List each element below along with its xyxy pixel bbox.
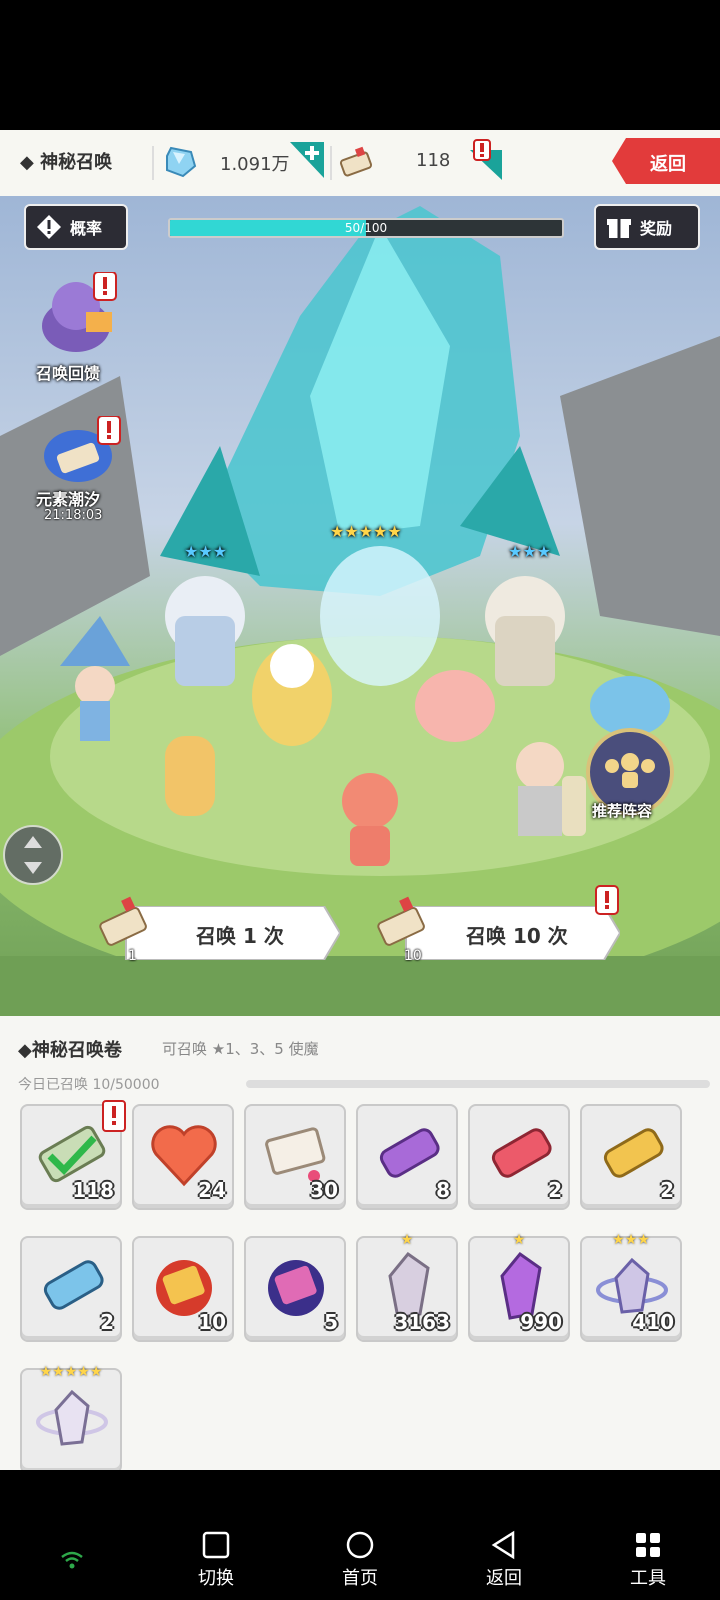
divider bbox=[152, 146, 154, 180]
nav-tools[interactable]: 工具 bbox=[608, 1530, 688, 1590]
slot-count: 30 bbox=[310, 1178, 338, 1202]
summon-ten-label: 召唤 10 次 bbox=[466, 924, 568, 948]
inventory-title: ◆神秘召唤卷 bbox=[18, 1040, 122, 1061]
nav-switch[interactable]: 切换 bbox=[176, 1530, 256, 1590]
inventory-slot[interactable]: ★★★★★ bbox=[20, 1364, 122, 1470]
inventory-slot[interactable]: 8 bbox=[356, 1104, 458, 1210]
scroll-inventory-panel: ◆神秘召唤卷 可召唤 ★1、3、5 使魔 今日已召唤 10/50000 118 2… bbox=[0, 1016, 720, 1470]
alert-badge-icon bbox=[102, 1100, 126, 1132]
nav-tools-label: 工具 bbox=[630, 1568, 666, 1589]
add-gems-button[interactable] bbox=[290, 142, 324, 178]
daily-summon-count: 今日已召唤 10/50000 bbox=[18, 1077, 160, 1093]
inventory-slot[interactable]: ★★★ 410 bbox=[580, 1232, 682, 1342]
slot-count: 2 bbox=[660, 1178, 674, 1202]
gem-icon bbox=[166, 146, 197, 178]
slot-stars: ★ bbox=[512, 1232, 526, 1248]
nav-switch-label: 切换 bbox=[198, 1568, 234, 1589]
recommend-lineup-label: 推荐阵容 bbox=[592, 802, 653, 820]
reward-label: 奖励 bbox=[640, 219, 673, 238]
element-tide-button[interactable] bbox=[36, 416, 126, 486]
summon-scene: 概率 50/100 奖励 召唤回馈 元素潮汐 21:18:03 ★★★ ★★★★… bbox=[0, 196, 720, 1016]
wizard-right-character bbox=[485, 576, 565, 686]
progress-text: 50/100 bbox=[344, 221, 388, 235]
spirit-center-character bbox=[320, 546, 440, 686]
stars-right: ★★★ bbox=[508, 542, 552, 561]
inventory-slot[interactable]: 2 bbox=[20, 1236, 122, 1342]
inventory-slot[interactable]: 2 bbox=[580, 1104, 682, 1210]
summon-once-cost: 1 bbox=[128, 948, 137, 964]
slot-count: 118 bbox=[72, 1178, 114, 1202]
ring-crystal-5-icon bbox=[36, 1389, 108, 1446]
back-button-label: 返回 bbox=[650, 154, 686, 175]
slot-count: 5 bbox=[324, 1310, 338, 1334]
element-tide-label: 元素潮汐 bbox=[36, 490, 101, 509]
scroll-tab-button[interactable] bbox=[468, 138, 508, 184]
slot-stars: ★★★ bbox=[612, 1232, 650, 1248]
page-title: ◆ 神秘召唤 bbox=[20, 152, 113, 173]
summon-ten-cost: 10 bbox=[404, 948, 422, 964]
slot-count: 8 bbox=[436, 1178, 450, 1202]
inventory-subtitle: 可召唤 ★1、3、5 使魔 bbox=[162, 1040, 319, 1058]
scroll-amount: 118 bbox=[416, 150, 451, 171]
cactus-character bbox=[165, 736, 215, 816]
inventory-slot[interactable]: 30 bbox=[244, 1104, 346, 1210]
summon-once-label: 召唤 1 次 bbox=[196, 924, 284, 948]
odds-button[interactable]: 概率 bbox=[24, 204, 128, 250]
wifi-icon bbox=[61, 1551, 83, 1569]
system-nav-bar: 切换 首页 返回 工具 bbox=[0, 1520, 720, 1600]
slot-count: 24 bbox=[198, 1178, 226, 1202]
nav-home-label: 首页 bbox=[342, 1568, 378, 1589]
slot-count: 410 bbox=[632, 1310, 674, 1334]
circle-icon bbox=[346, 1531, 374, 1559]
summon-feedback-label: 召唤回馈 bbox=[36, 364, 101, 383]
gift-box-icon bbox=[607, 219, 631, 238]
stars-center: ★★★★★ bbox=[330, 522, 402, 541]
fox-character bbox=[342, 773, 398, 866]
odds-label: 概率 bbox=[70, 219, 103, 238]
nav-back-label: 返回 bbox=[486, 1568, 522, 1589]
inventory-slot[interactable]: ★ 3163 bbox=[356, 1232, 458, 1342]
inventory-slot[interactable]: 5 bbox=[244, 1236, 346, 1342]
inventory-slot[interactable]: 24 bbox=[132, 1104, 234, 1210]
ghost-pink-character bbox=[415, 670, 495, 742]
summon-feedback-button[interactable] bbox=[36, 272, 122, 356]
knight-gold-character bbox=[252, 644, 332, 746]
slot-count: 10 bbox=[198, 1310, 226, 1334]
screen: ◆ 神秘召唤 1.091万 118 返回 概率 50/100 奖励 召唤回馈 元… bbox=[0, 0, 720, 1600]
gem-amount: 1.091万 bbox=[220, 154, 290, 175]
armored-warrior-character bbox=[516, 742, 586, 836]
grid-icon bbox=[636, 1533, 660, 1557]
slot-count: 2 bbox=[100, 1310, 114, 1334]
witch-character bbox=[60, 616, 130, 741]
slot-count: 990 bbox=[520, 1310, 562, 1334]
alert-badge-icon bbox=[595, 885, 619, 915]
stars-left: ★★★ bbox=[184, 542, 228, 561]
summon-progress-bar: 50/100 bbox=[168, 218, 564, 238]
warning-icon bbox=[37, 215, 61, 239]
top-bar: ◆ 神秘召唤 1.091万 118 返回 bbox=[0, 130, 720, 196]
inventory-slot[interactable]: 2 bbox=[468, 1104, 570, 1210]
slot-stars: ★★★★★ bbox=[39, 1364, 103, 1380]
wizard-left-character bbox=[165, 576, 245, 686]
event-timer: 21:18:03 bbox=[44, 508, 103, 523]
reward-button[interactable]: 奖励 bbox=[594, 204, 700, 250]
inventory-slot[interactable]: ★ 990 bbox=[468, 1232, 570, 1342]
slot-count: 3163 bbox=[394, 1310, 450, 1334]
scroll-icon bbox=[339, 146, 373, 177]
divider bbox=[330, 146, 332, 180]
inventory-slot[interactable]: 118 bbox=[20, 1100, 126, 1210]
slot-stars: ★ bbox=[400, 1232, 414, 1248]
nav-back[interactable]: 返回 bbox=[464, 1530, 544, 1590]
nav-home[interactable]: 首页 bbox=[320, 1530, 400, 1590]
scroll-icon bbox=[377, 896, 425, 946]
rotate-view-button[interactable] bbox=[2, 824, 64, 886]
daily-summon-bar bbox=[246, 1080, 710, 1088]
slot-count: 2 bbox=[548, 1178, 562, 1202]
scroll-icon bbox=[99, 896, 147, 946]
inventory-slot[interactable]: 10 bbox=[132, 1236, 234, 1342]
triangle-back-icon bbox=[491, 1530, 515, 1560]
square-icon bbox=[202, 1531, 230, 1559]
